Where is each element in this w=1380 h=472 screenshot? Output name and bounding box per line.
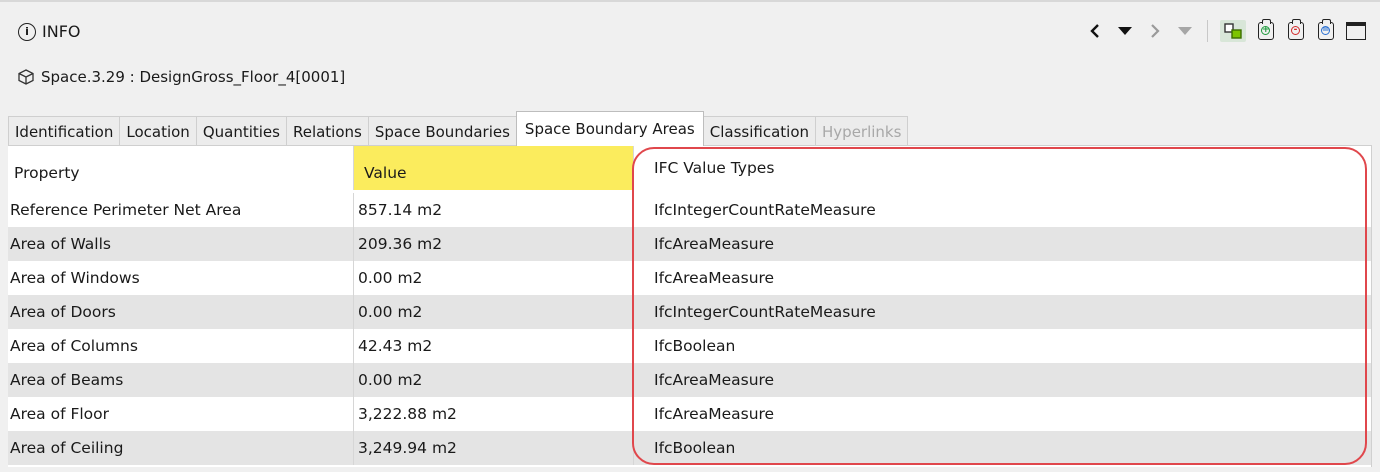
add-property-icon[interactable]: + bbox=[1256, 19, 1276, 42]
edit-property-icon[interactable]: = bbox=[1316, 19, 1336, 42]
toolbar: + - = bbox=[1085, 19, 1366, 42]
value-cell: 42.43 m2 bbox=[353, 329, 633, 363]
property-cell: Area of Doors bbox=[10, 303, 116, 321]
object-breadcrumb: Space.3.29 : DesignGross_Floor_4[0001] bbox=[18, 68, 345, 86]
panel-title-group: i INFO bbox=[18, 22, 80, 41]
table-row[interactable]: Area of Floor 3,222.88 m2 IfcAreaMeasure bbox=[8, 397, 1371, 431]
property-cell: Area of Beams bbox=[10, 371, 124, 389]
column-header-ifc-value-types[interactable]: IFC Value Types bbox=[633, 146, 1371, 190]
ifc-type-cell: IfcAreaMeasure bbox=[633, 227, 1371, 261]
value-cell: 0.00 m2 bbox=[353, 261, 633, 295]
tab-classification[interactable]: Classification bbox=[702, 116, 817, 146]
property-cell: Area of Walls bbox=[10, 235, 111, 253]
value-cell: 857.14 m2 bbox=[353, 193, 633, 227]
ifc-type-cell: IfcIntegerCountRateMeasure bbox=[633, 295, 1371, 329]
tab-location[interactable]: Location bbox=[119, 116, 197, 146]
table-row[interactable]: Area of Walls 209.36 m2 IfcAreaMeasure bbox=[8, 227, 1371, 261]
forward-icon[interactable] bbox=[1145, 20, 1165, 42]
value-cell: 0.00 m2 bbox=[353, 295, 633, 329]
link-selection-icon[interactable] bbox=[1220, 20, 1246, 42]
table-row[interactable]: Area of Columns 42.43 m2 IfcBoolean bbox=[8, 329, 1371, 363]
tab-space-boundary-areas[interactable]: Space Boundary Areas bbox=[515, 111, 704, 146]
property-cell: Reference Perimeter Net Area bbox=[10, 201, 242, 219]
panel-title: INFO bbox=[42, 22, 81, 41]
ifc-type-cell: IfcIntegerCountRateMeasure bbox=[633, 193, 1371, 227]
cube-icon bbox=[18, 69, 34, 85]
history-forward-dropdown-icon[interactable] bbox=[1175, 20, 1195, 42]
panel-titlebar: i INFO + - = bbox=[0, 2, 1380, 62]
ifc-type-cell: IfcAreaMeasure bbox=[633, 397, 1371, 431]
table-row[interactable]: Area of Doors 0.00 m2 IfcIntegerCountRat… bbox=[8, 295, 1371, 329]
ifc-type-cell: IfcAreaMeasure bbox=[633, 261, 1371, 295]
table-row[interactable]: Area of Ceiling 3,249.94 m2 IfcBoolean bbox=[8, 431, 1371, 465]
tab-relations[interactable]: Relations bbox=[285, 116, 369, 146]
tab-bar: Identification Location Quantities Relat… bbox=[8, 110, 909, 146]
back-icon[interactable] bbox=[1085, 20, 1105, 42]
remove-property-icon[interactable]: - bbox=[1286, 19, 1306, 42]
window-icon[interactable] bbox=[1346, 20, 1366, 42]
property-cell: Area of Columns bbox=[10, 337, 138, 355]
property-cell: Area of Windows bbox=[10, 269, 140, 287]
toolbar-separator bbox=[1207, 20, 1208, 42]
value-cell: 3,249.94 m2 bbox=[353, 431, 633, 465]
table-row[interactable]: Area of Beams 0.00 m2 IfcAreaMeasure bbox=[8, 363, 1371, 397]
table-right-border bbox=[1371, 145, 1372, 467]
tab-identification[interactable]: Identification bbox=[8, 116, 121, 146]
property-table: Property Value IFC Value Types Reference… bbox=[8, 145, 1371, 467]
tab-hyperlinks: Hyperlinks bbox=[815, 116, 909, 146]
table-row[interactable]: Area of Windows 0.00 m2 IfcAreaMeasure bbox=[8, 261, 1371, 295]
info-panel: i INFO + - = Space.3.29: DesignGross_Fl… bbox=[0, 0, 1380, 472]
property-cell: Area of Floor bbox=[10, 405, 110, 423]
property-cell: Area of Ceiling bbox=[10, 439, 124, 457]
ifc-type-cell: IfcBoolean bbox=[633, 329, 1371, 363]
table-header-row: Property Value IFC Value Types bbox=[8, 146, 1371, 190]
tab-space-boundaries[interactable]: Space Boundaries bbox=[367, 116, 517, 146]
ifc-type-cell: IfcAreaMeasure bbox=[633, 363, 1371, 397]
column-header-property[interactable]: Property bbox=[8, 146, 353, 190]
tab-quantities[interactable]: Quantities bbox=[195, 116, 287, 146]
value-cell: 209.36 m2 bbox=[353, 227, 633, 261]
value-cell: 3,222.88 m2 bbox=[353, 397, 633, 431]
table-row[interactable]: Reference Perimeter Net Area 857.14 m2 I… bbox=[8, 193, 1371, 227]
info-icon: i bbox=[18, 22, 36, 41]
ifc-type-cell: IfcBoolean bbox=[633, 431, 1371, 465]
column-header-value[interactable]: Value bbox=[353, 146, 633, 190]
history-back-dropdown-icon[interactable] bbox=[1115, 20, 1135, 42]
value-cell: 0.00 m2 bbox=[353, 363, 633, 397]
object-label: Space.3.29 : DesignGross_Floor_4[0001] bbox=[41, 68, 346, 86]
